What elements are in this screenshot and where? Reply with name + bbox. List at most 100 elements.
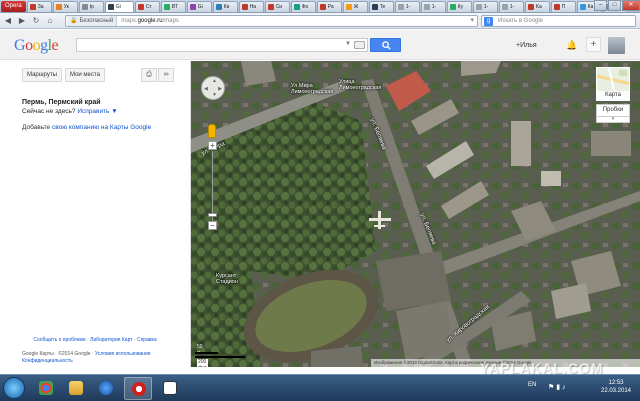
back-icon[interactable]: ◀ xyxy=(2,15,14,27)
keyboard-icon[interactable] xyxy=(354,41,365,49)
home-icon[interactable]: ⌂ xyxy=(44,15,56,27)
browser-tab[interactable]: Ka xyxy=(524,0,550,12)
routes-button[interactable]: Маршруты xyxy=(22,68,62,82)
dropdown-arrow-icon[interactable]: ▾ xyxy=(470,16,474,26)
tab-favicon-icon xyxy=(345,3,352,10)
tab-favicon-icon xyxy=(163,3,170,10)
avatar[interactable] xyxy=(608,37,625,54)
browser-tab[interactable]: Си xyxy=(264,0,290,12)
share-plus-button[interactable]: + xyxy=(586,37,601,52)
reload-icon[interactable]: ↻ xyxy=(30,15,42,27)
poi-bus-stop-2[interactable]: Улица Лимоноградская xyxy=(339,79,381,91)
browser-tab[interactable]: Фо xyxy=(290,0,316,12)
footer-links[interactable]: Сообщить о проблеме · Лаборатория Карт ·… xyxy=(0,337,190,343)
language-indicator[interactable]: EN xyxy=(528,382,536,388)
volume-icon[interactable]: ♪ xyxy=(562,384,568,391)
screen: Opera За Ук Ip Gi Ст ВТ Gi Ка На Си Фо Ра Ж Те 1- 1- Ку 1… xyxy=(0,0,640,401)
satellite-imagery xyxy=(191,61,640,367)
traffic-dropdown-icon[interactable]: ▾ xyxy=(596,117,630,123)
search-dropdown-icon[interactable]: ▼ xyxy=(345,41,351,47)
taskbar-opera[interactable] xyxy=(124,377,152,400)
scale-feet-label: 200 фут xyxy=(197,359,208,367)
browser-tab[interactable]: За xyxy=(26,0,52,12)
tab-label: Ка xyxy=(223,3,230,10)
print-icon[interactable]: ⎙ xyxy=(141,68,157,82)
my-places-button[interactable]: Мои места xyxy=(65,68,105,82)
pan-down-icon[interactable]: ▼ xyxy=(212,92,217,98)
browser-tab[interactable]: 1- xyxy=(420,0,446,12)
browser-tab[interactable]: Ку xyxy=(446,0,472,12)
browser-tab[interactable]: Ук xyxy=(52,0,78,12)
windows-taskbar: EN ⚑▮♪ 12:53 22.03.2014 xyxy=(0,374,640,401)
browser-search-field[interactable]: g Искать в Google xyxy=(481,15,636,27)
browser-tab[interactable]: Ст xyxy=(134,0,160,12)
poi-bus-stop-1[interactable]: Ул.Мира Лимоноградская xyxy=(291,83,333,95)
privacy-link[interactable]: Конфиденциальность xyxy=(22,358,73,364)
browser-tab[interactable]: 1- xyxy=(498,0,524,12)
tab-label: Gi xyxy=(197,3,203,10)
zoom-in-button[interactable]: + xyxy=(208,141,217,150)
tray-icons[interactable]: ⚑▮♪ xyxy=(548,383,568,391)
close-window-button[interactable]: ✕ xyxy=(622,0,640,11)
folder-icon xyxy=(69,381,83,395)
add-business-link[interactable]: свою компанию на Карты Google xyxy=(52,124,151,131)
zoom-slider-thumb[interactable] xyxy=(208,213,217,217)
tab-favicon-icon xyxy=(527,3,534,10)
link-icon[interactable]: ∞ xyxy=(158,68,174,82)
google-search-engine-icon[interactable]: g xyxy=(484,16,493,26)
zoom-out-button[interactable]: − xyxy=(208,221,217,230)
tab-favicon-icon xyxy=(215,3,222,10)
browser-tab-strip: Opera За Ук Ip Gi Ст ВТ Gi Ка На Си Фо Ра Ж Те 1- 1- Ку 1… xyxy=(0,0,640,13)
taskbar-explorer[interactable] xyxy=(62,377,90,400)
satellite-map[interactable]: ул. Мира ул. Беляева ул. Беляева ул. Кир… xyxy=(191,61,640,367)
browser-tab[interactable]: Ка xyxy=(212,0,238,12)
browser-tab[interactable]: Ж xyxy=(342,0,368,12)
browser-tab[interactable]: 1- xyxy=(472,0,498,12)
maximize-button[interactable]: □ xyxy=(608,0,621,11)
tab-list: За Ук Ip Gi Ст ВТ Gi Ка На Си Фо Ра Ж Те 1- 1- Ку 1- 1- Ka П… xyxy=(26,0,628,12)
url-field[interactable]: 🔒 Безопасный maps.google.ru/maps ▾ xyxy=(65,15,478,27)
tab-favicon-icon xyxy=(371,3,378,10)
terms-link[interactable]: Условия использования xyxy=(95,351,151,357)
tab-label: Ук xyxy=(63,3,69,10)
browser-tab[interactable]: ВТ xyxy=(160,0,186,12)
tab-label: На xyxy=(249,3,257,10)
google-logo[interactable]: Google xyxy=(14,37,59,55)
start-button[interactable] xyxy=(3,377,25,399)
google-header: Google ▼ +Илья 🔔 + xyxy=(0,30,640,60)
fix-location-link[interactable]: Исправить ▼ xyxy=(77,108,117,115)
browser-tab[interactable]: П xyxy=(550,0,576,12)
media-player-icon xyxy=(99,381,113,395)
browser-tab[interactable]: Ра xyxy=(316,0,342,12)
browser-tab[interactable]: Те xyxy=(368,0,394,12)
browser-tab[interactable]: Gi xyxy=(104,0,134,12)
maps-search-button[interactable] xyxy=(370,38,401,52)
taskbar-media-player[interactable] xyxy=(92,377,120,400)
pan-right-icon[interactable]: ▶ xyxy=(218,86,222,92)
browser-tab[interactable]: Gi xyxy=(186,0,212,12)
browser-tab[interactable]: Ip xyxy=(78,0,104,12)
taskbar-clock[interactable]: 12:53 22.03.2014 xyxy=(598,379,634,395)
user-name-link[interactable]: +Илья xyxy=(516,42,537,49)
taskbar-chrome[interactable] xyxy=(32,377,60,400)
poi-stadium[interactable]: Курсант Стадион xyxy=(216,273,238,285)
secure-badge[interactable]: 🔒 Безопасный xyxy=(67,16,118,26)
scale-bar-feet xyxy=(195,356,245,358)
taskbar-calendar-app[interactable] xyxy=(156,377,184,400)
browser-tab[interactable]: На xyxy=(238,0,264,12)
map-layer-toggle[interactable]: Карта xyxy=(596,67,630,101)
zoom-slider-track[interactable] xyxy=(212,151,213,221)
notifications-bell-icon[interactable]: 🔔 xyxy=(566,40,577,51)
pan-control[interactable]: ▲ ▼ ◀ ▶ xyxy=(201,76,225,100)
tab-favicon-icon xyxy=(81,3,88,10)
minimize-button[interactable]: – xyxy=(594,0,607,11)
street-view-pegman-icon[interactable] xyxy=(208,124,216,138)
opera-menu-button[interactable]: Opera xyxy=(1,0,26,12)
address-bar: ◀ ▶ ↻ ⌂ 🔒 Безопасный maps.google.ru/maps … xyxy=(0,13,640,29)
pan-left-icon[interactable]: ◀ xyxy=(204,86,208,92)
tab-label: 1- xyxy=(431,3,437,10)
maps-search-input[interactable]: ▼ xyxy=(76,38,368,52)
pan-up-icon[interactable]: ▲ xyxy=(212,78,217,84)
browser-tab[interactable]: 1- xyxy=(394,0,420,12)
forward-icon[interactable]: ▶ xyxy=(16,15,28,27)
